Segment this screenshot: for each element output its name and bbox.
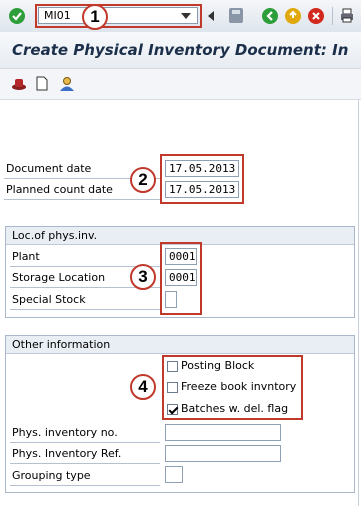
storage-location-label: Storage Location — [12, 271, 106, 284]
grouping-type-field[interactable] — [165, 466, 183, 483]
group-title: Other information — [12, 338, 111, 351]
callout-box-location — [160, 242, 202, 315]
callout-badge-1: 1 — [82, 4, 108, 30]
application-toolbar — [0, 69, 361, 100]
phys-inventory-ref-underline — [10, 463, 160, 464]
callout-box-checkboxes — [162, 355, 303, 420]
print-icon[interactable] — [340, 8, 354, 23]
callout-badge-4: 4 — [130, 374, 156, 400]
phys-inventory-ref-field[interactable] — [165, 445, 281, 462]
collapse-left-icon[interactable] — [208, 11, 214, 21]
back-icon[interactable] — [262, 8, 278, 24]
plant-label: Plant — [12, 250, 40, 263]
grouping-type-underline — [10, 485, 160, 486]
callout-badge-2: 2 — [130, 167, 156, 193]
save-icon[interactable] — [229, 8, 243, 23]
planned-count-date-label: Planned count date — [6, 183, 113, 196]
phys-inventory-no-field[interactable] — [165, 424, 281, 441]
page-title: Create Physical Inventory Document: In — [12, 41, 349, 59]
special-stock-underline — [10, 309, 160, 310]
toolbar-separator — [332, 7, 333, 25]
exit-icon[interactable] — [285, 8, 301, 24]
group-title: Loc.of phys.inv. — [12, 229, 98, 242]
callout-box-dates — [160, 154, 244, 204]
user-profile-icon[interactable] — [59, 76, 75, 92]
document-date-label: Document date — [6, 162, 92, 175]
title-bar: Create Physical Inventory Document: In — [0, 32, 361, 69]
grouping-type-label: Grouping type — [12, 469, 91, 482]
planned-count-date-underline — [4, 199, 160, 200]
callout-box-command — [35, 4, 202, 28]
special-stock-label: Special Stock — [12, 293, 86, 306]
hat-icon[interactable] — [11, 77, 27, 91]
phys-inventory-no-label: Phys. inventory no. — [12, 426, 118, 439]
cancel-icon[interactable] — [308, 8, 324, 24]
group-header: Other information — [6, 336, 354, 354]
phys-inventory-ref-label: Phys. Inventory Ref. — [12, 447, 122, 460]
callout-badge-3: 3 — [130, 264, 156, 290]
window-right-edge — [358, 99, 359, 506]
new-document-icon[interactable] — [36, 76, 48, 91]
phys-inventory-no-underline — [10, 442, 160, 443]
enter-check-icon[interactable] — [9, 8, 25, 24]
